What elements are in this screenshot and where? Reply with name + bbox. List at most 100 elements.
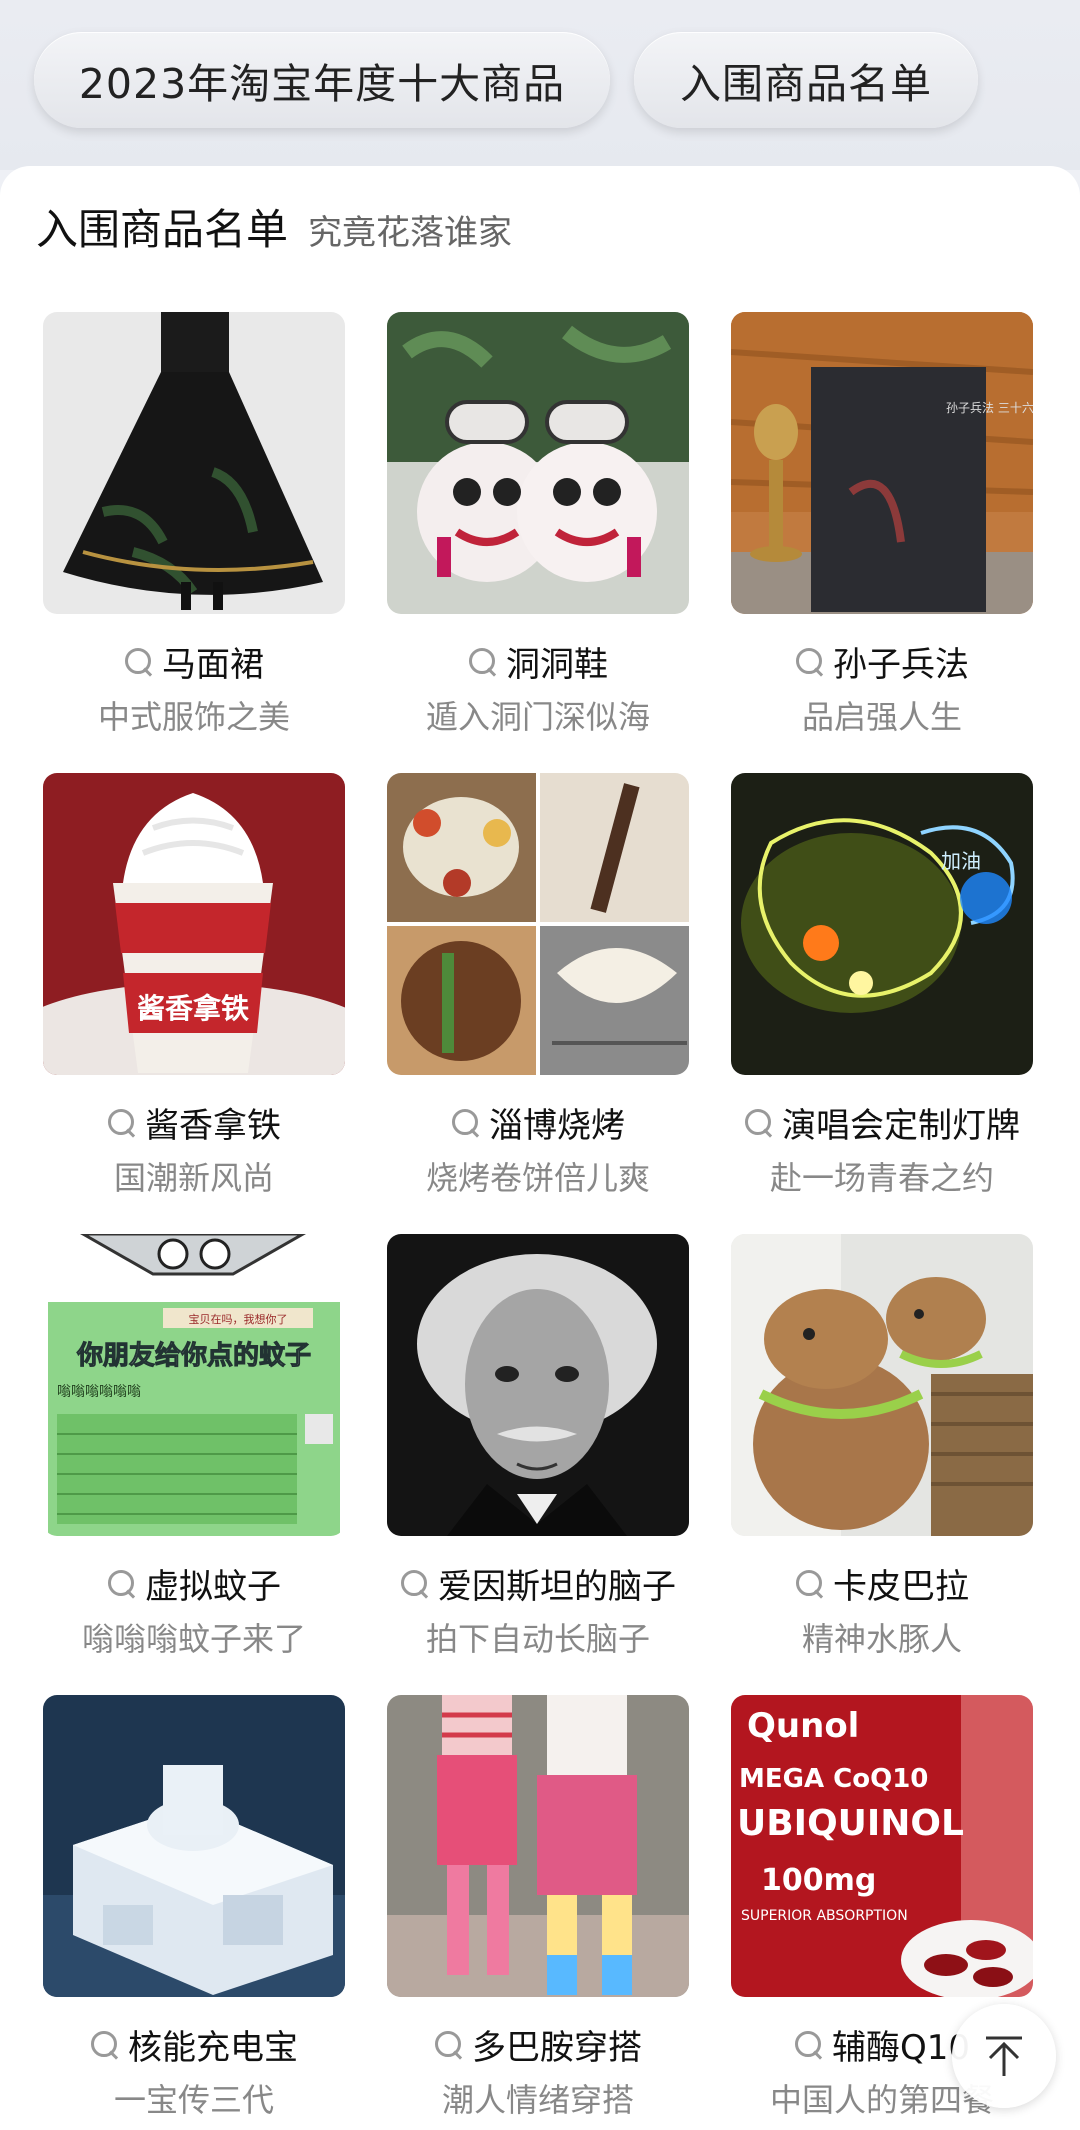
product-tagline: 烧烤卷饼倍儿爽: [425, 1159, 650, 1197]
section-header: 入围商品名单 究竟花落谁家: [36, 196, 512, 256]
product-name: 洞洞鞋: [506, 645, 608, 685]
product-name-row[interactable]: 卡皮巴拉: [711, 1559, 1053, 1608]
search-icon: [434, 2030, 464, 2060]
einstein-portrait-photo: [387, 1234, 689, 1536]
product-image[interactable]: [387, 1234, 689, 1536]
back-to-top-button[interactable]: [952, 2004, 1056, 2108]
search-icon: [124, 647, 154, 677]
meme-banner-text: 宝贝在吗，我想你了: [189, 1312, 288, 1326]
product-name: 演唱会定制灯牌: [782, 1106, 1020, 1146]
product-tagline: 赴一场青春之约: [769, 1159, 994, 1197]
search-icon: [400, 1569, 430, 1599]
product-tagline: 精神水豚人: [801, 1620, 962, 1658]
product-image[interactable]: 酱香拿铁: [43, 773, 345, 1075]
product-tagline: 品启强人生: [801, 698, 962, 736]
capybara-plush-photo: [731, 1234, 1033, 1536]
product-tagline: 国潮新风尚: [113, 1159, 274, 1197]
product-name-row[interactable]: 虚拟蚊子: [23, 1559, 365, 1608]
tab-shortlist[interactable]: 入围商品名单: [634, 32, 978, 128]
product-name: 虚拟蚊子: [145, 1567, 281, 1607]
search-icon: [468, 647, 498, 677]
search-icon: [795, 647, 825, 677]
arrow-up-icon: [986, 2036, 1022, 2076]
product-card[interactable]: 多巴胺穿搭 潮人情绪穿搭: [387, 1695, 689, 2119]
search-icon: [107, 1569, 137, 1599]
coq10-bottle-photo: Qunol MEGA CoQ10 UBIQUINOL 100mg SUPERIO…: [731, 1695, 1033, 1997]
search-icon: [795, 1569, 825, 1599]
product-name-row[interactable]: 洞洞鞋: [367, 637, 709, 686]
product-image[interactable]: [387, 773, 689, 1075]
nuclear-plant-photo: [43, 1695, 345, 1997]
bottle-brand-text: Qunol: [747, 1706, 859, 1746]
product-tagline: 一宝传三代: [113, 2081, 274, 2119]
product-card[interactable]: 卡皮巴拉 精神水豚人: [731, 1234, 1033, 1658]
bottle-dose-text: 100mg: [761, 1863, 876, 1898]
lion-dance-clogs-photo: [387, 312, 689, 614]
product-tagline: 拍下自动长脑子: [425, 1620, 650, 1658]
product-name-row[interactable]: 核能充电宝: [23, 2020, 365, 2069]
meme-buzz-text: 嗡嗡嗡嗡嗡嗡: [57, 1384, 141, 1400]
product-card[interactable]: 酱香拿铁 酱香拿铁 国潮新风尚: [43, 773, 345, 1197]
product-image[interactable]: 孙子兵法 三十六计: [731, 312, 1033, 614]
book-title-text: 孙子兵法 三十六计: [946, 401, 1033, 415]
product-card[interactable]: 淄博烧烤 烧烤卷饼倍儿爽: [387, 773, 689, 1197]
sign-text: 加油: [941, 849, 981, 873]
product-name-row[interactable]: 淄博烧烤: [367, 1098, 709, 1147]
top-tab-bar: 2023年淘宝年度十大商品 入围商品名单: [0, 0, 1080, 170]
latte-cup-photo: 酱香拿铁: [43, 773, 345, 1075]
product-image[interactable]: [731, 1234, 1033, 1536]
dopamine-outfit-photo: [387, 1695, 689, 1997]
bbq-collage-photo: [387, 773, 689, 1075]
bottle-line1-text: MEGA CoQ10: [739, 1764, 928, 1794]
latte-label-text: 酱香拿铁: [137, 992, 249, 1025]
product-card[interactable]: 孙子兵法 三十六计 孙子兵法 品启强人生: [731, 312, 1033, 736]
product-name-row[interactable]: 爱因斯坦的脑子: [367, 1559, 709, 1608]
search-icon: [90, 2030, 120, 2060]
search-icon: [107, 1108, 137, 1138]
product-card[interactable]: 宝贝在吗，我想你了 你朋友给你点的蚊子 嗡嗡嗡嗡嗡嗡 虚拟蚊子 嗡嗡嗡蚊子来了: [43, 1234, 345, 1658]
product-name: 马面裙: [162, 645, 264, 685]
product-image[interactable]: [387, 312, 689, 614]
product-name-row[interactable]: 孙子兵法: [711, 637, 1053, 686]
product-name: 淄博烧烤: [489, 1106, 625, 1146]
product-image[interactable]: [43, 1695, 345, 1997]
product-tagline: 遁入洞门深似海: [425, 698, 650, 736]
meme-caption-text: 你朋友给你点的蚊子: [76, 1340, 311, 1371]
product-name: 核能充电宝: [128, 2028, 298, 2068]
search-icon: [744, 1108, 774, 1138]
black-mamian-skirt-photo: [43, 312, 345, 614]
product-name: 多巴胺穿搭: [472, 2028, 642, 2068]
tab-label: 入围商品名单: [680, 60, 932, 108]
product-card[interactable]: 加油 演唱会定制灯牌 赴一场青春之约: [731, 773, 1033, 1197]
product-name-row[interactable]: 多巴胺穿搭: [367, 2020, 709, 2069]
product-name-row[interactable]: 演唱会定制灯牌: [711, 1098, 1053, 1147]
bottle-claim-text: SUPERIOR ABSORPTION: [741, 1908, 908, 1924]
glowing-light-sign-photo: 加油: [731, 773, 1033, 1075]
product-name: 辅酶Q10: [831, 2028, 971, 2068]
product-tagline: 嗡嗡嗡蚊子来了: [81, 1620, 306, 1658]
product-name-row[interactable]: 酱香拿铁: [23, 1098, 365, 1147]
product-card[interactable]: 洞洞鞋 遁入洞门深似海: [387, 312, 689, 736]
tab-top-ten-products[interactable]: 2023年淘宝年度十大商品: [34, 32, 610, 128]
product-image[interactable]: [387, 1695, 689, 1997]
shortlist-panel: 入围商品名单 究竟花落谁家 马面裙 中式服饰之美 洞洞鞋 遁入洞门深似海 孙子兵…: [0, 166, 1080, 2130]
product-name-row[interactable]: 马面裙: [23, 637, 365, 686]
virtual-mosquito-meme: 宝贝在吗，我想你了 你朋友给你点的蚊子 嗡嗡嗡嗡嗡嗡: [43, 1234, 345, 1536]
tab-label: 2023年淘宝年度十大商品: [78, 60, 566, 108]
search-icon: [794, 2030, 824, 2060]
product-card[interactable]: 爱因斯坦的脑子 拍下自动长脑子: [387, 1234, 689, 1658]
product-name: 孙子兵法: [833, 645, 969, 685]
product-name: 酱香拿铁: [145, 1106, 281, 1146]
section-title: 入围商品名单: [36, 205, 289, 254]
product-card[interactable]: 核能充电宝 一宝传三代: [43, 1695, 345, 2119]
product-image[interactable]: 宝贝在吗，我想你了 你朋友给你点的蚊子 嗡嗡嗡嗡嗡嗡: [43, 1234, 345, 1536]
product-image[interactable]: Qunol MEGA CoQ10 UBIQUINOL 100mg SUPERIO…: [731, 1695, 1033, 1997]
product-card[interactable]: 马面裙 中式服饰之美: [43, 312, 345, 736]
product-image[interactable]: 加油: [731, 773, 1033, 1075]
product-image[interactable]: [43, 312, 345, 614]
bottle-line2-text: UBIQUINOL: [737, 1803, 964, 1844]
product-tagline: 中式服饰之美: [97, 698, 290, 736]
product-name: 爱因斯坦的脑子: [438, 1567, 676, 1607]
product-name: 卡皮巴拉: [833, 1567, 969, 1607]
search-icon: [451, 1108, 481, 1138]
